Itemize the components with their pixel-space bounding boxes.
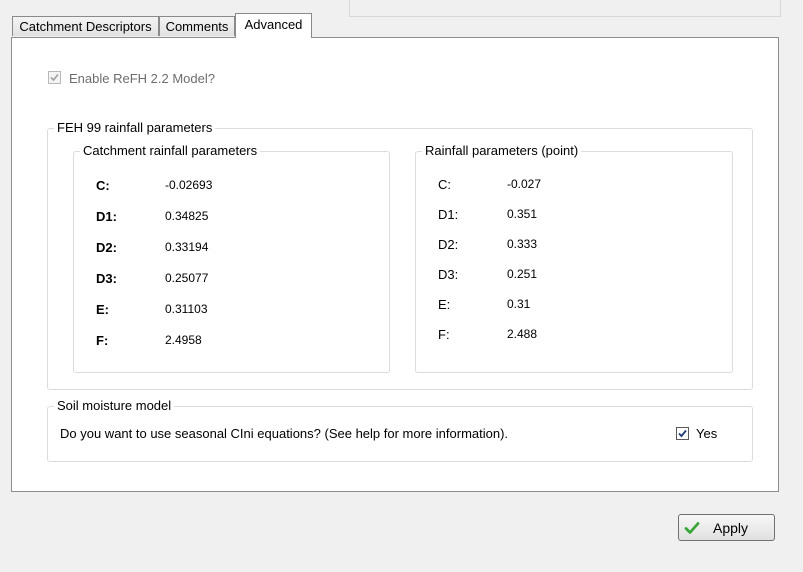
catchment-d1-label: D1: xyxy=(96,209,117,224)
point-group-title: Rainfall parameters (point) xyxy=(422,144,582,158)
feh99-group-title: FEH 99 rainfall parameters xyxy=(54,121,216,135)
point-d2-value: 0.333 xyxy=(507,237,538,251)
point-d3-value: 0.251 xyxy=(507,267,538,281)
point-rainfall-group: Rainfall parameters (point) C: -0.027 D1… xyxy=(415,144,733,373)
apply-button-label: Apply xyxy=(713,519,749,536)
catchment-d2-label: D2: xyxy=(96,240,117,255)
green-check-icon xyxy=(684,521,700,534)
feh99-rainfall-group: FEH 99 rainfall parameters Catchment rai… xyxy=(47,121,753,390)
catchment-group-title: Catchment rainfall parameters xyxy=(80,144,261,158)
catchment-d2-value: 0.33194 xyxy=(165,240,209,254)
catchment-e-label: E: xyxy=(96,302,109,317)
soil-moisture-group: Soil moisture model Do you want to use s… xyxy=(47,399,753,462)
point-d3-label: D3: xyxy=(438,267,459,282)
point-f-label: F: xyxy=(438,327,450,342)
seasonal-cini-yes-label: Yes xyxy=(696,426,718,441)
catchment-d3-value: 0.25077 xyxy=(165,271,209,285)
point-d2-label: D2: xyxy=(438,237,459,252)
point-e-label: E: xyxy=(438,297,451,312)
point-d1-value: 0.351 xyxy=(507,207,538,221)
tab-catchment-descriptors[interactable]: Catchment Descriptors xyxy=(12,16,159,36)
catchment-c-label: C: xyxy=(96,178,110,193)
enable-model-label: Enable ReFH 2.2 Model? xyxy=(69,71,215,86)
soil-question-text: Do you want to use seasonal CIni equatio… xyxy=(60,426,509,441)
catchment-e-value: 0.31103 xyxy=(165,302,208,316)
point-e-value: 0.31 xyxy=(507,297,531,311)
catchment-f-label: F: xyxy=(96,333,109,348)
advanced-tab-panel: Enable ReFH 2.2 Model? FEH 99 rainfall p… xyxy=(11,37,779,492)
apply-button[interactable]: Apply xyxy=(678,514,775,541)
catchment-d3-label: D3: xyxy=(96,271,117,286)
point-f-value: 2.488 xyxy=(507,327,538,341)
upper-panel-frame xyxy=(349,0,781,17)
check-icon xyxy=(50,73,59,82)
catchment-f-value: 2.4958 xyxy=(165,333,202,347)
tab-advanced[interactable]: Advanced xyxy=(235,13,312,38)
catchment-rainfall-group: Catchment rainfall parameters C: -0.0269… xyxy=(73,144,390,373)
catchment-c-value: -0.02693 xyxy=(165,178,213,192)
catchment-d1-value: 0.34825 xyxy=(165,209,209,223)
tab-comments[interactable]: Comments xyxy=(159,16,235,36)
point-d1-label: D1: xyxy=(438,207,459,222)
point-c-value: -0.027 xyxy=(507,177,542,191)
soil-group-title: Soil moisture model xyxy=(54,399,175,413)
point-c-label: C: xyxy=(438,177,451,192)
enable-model-checkbox[interactable] xyxy=(48,71,61,84)
check-icon xyxy=(678,429,687,438)
seasonal-cini-checkbox[interactable] xyxy=(676,427,689,440)
